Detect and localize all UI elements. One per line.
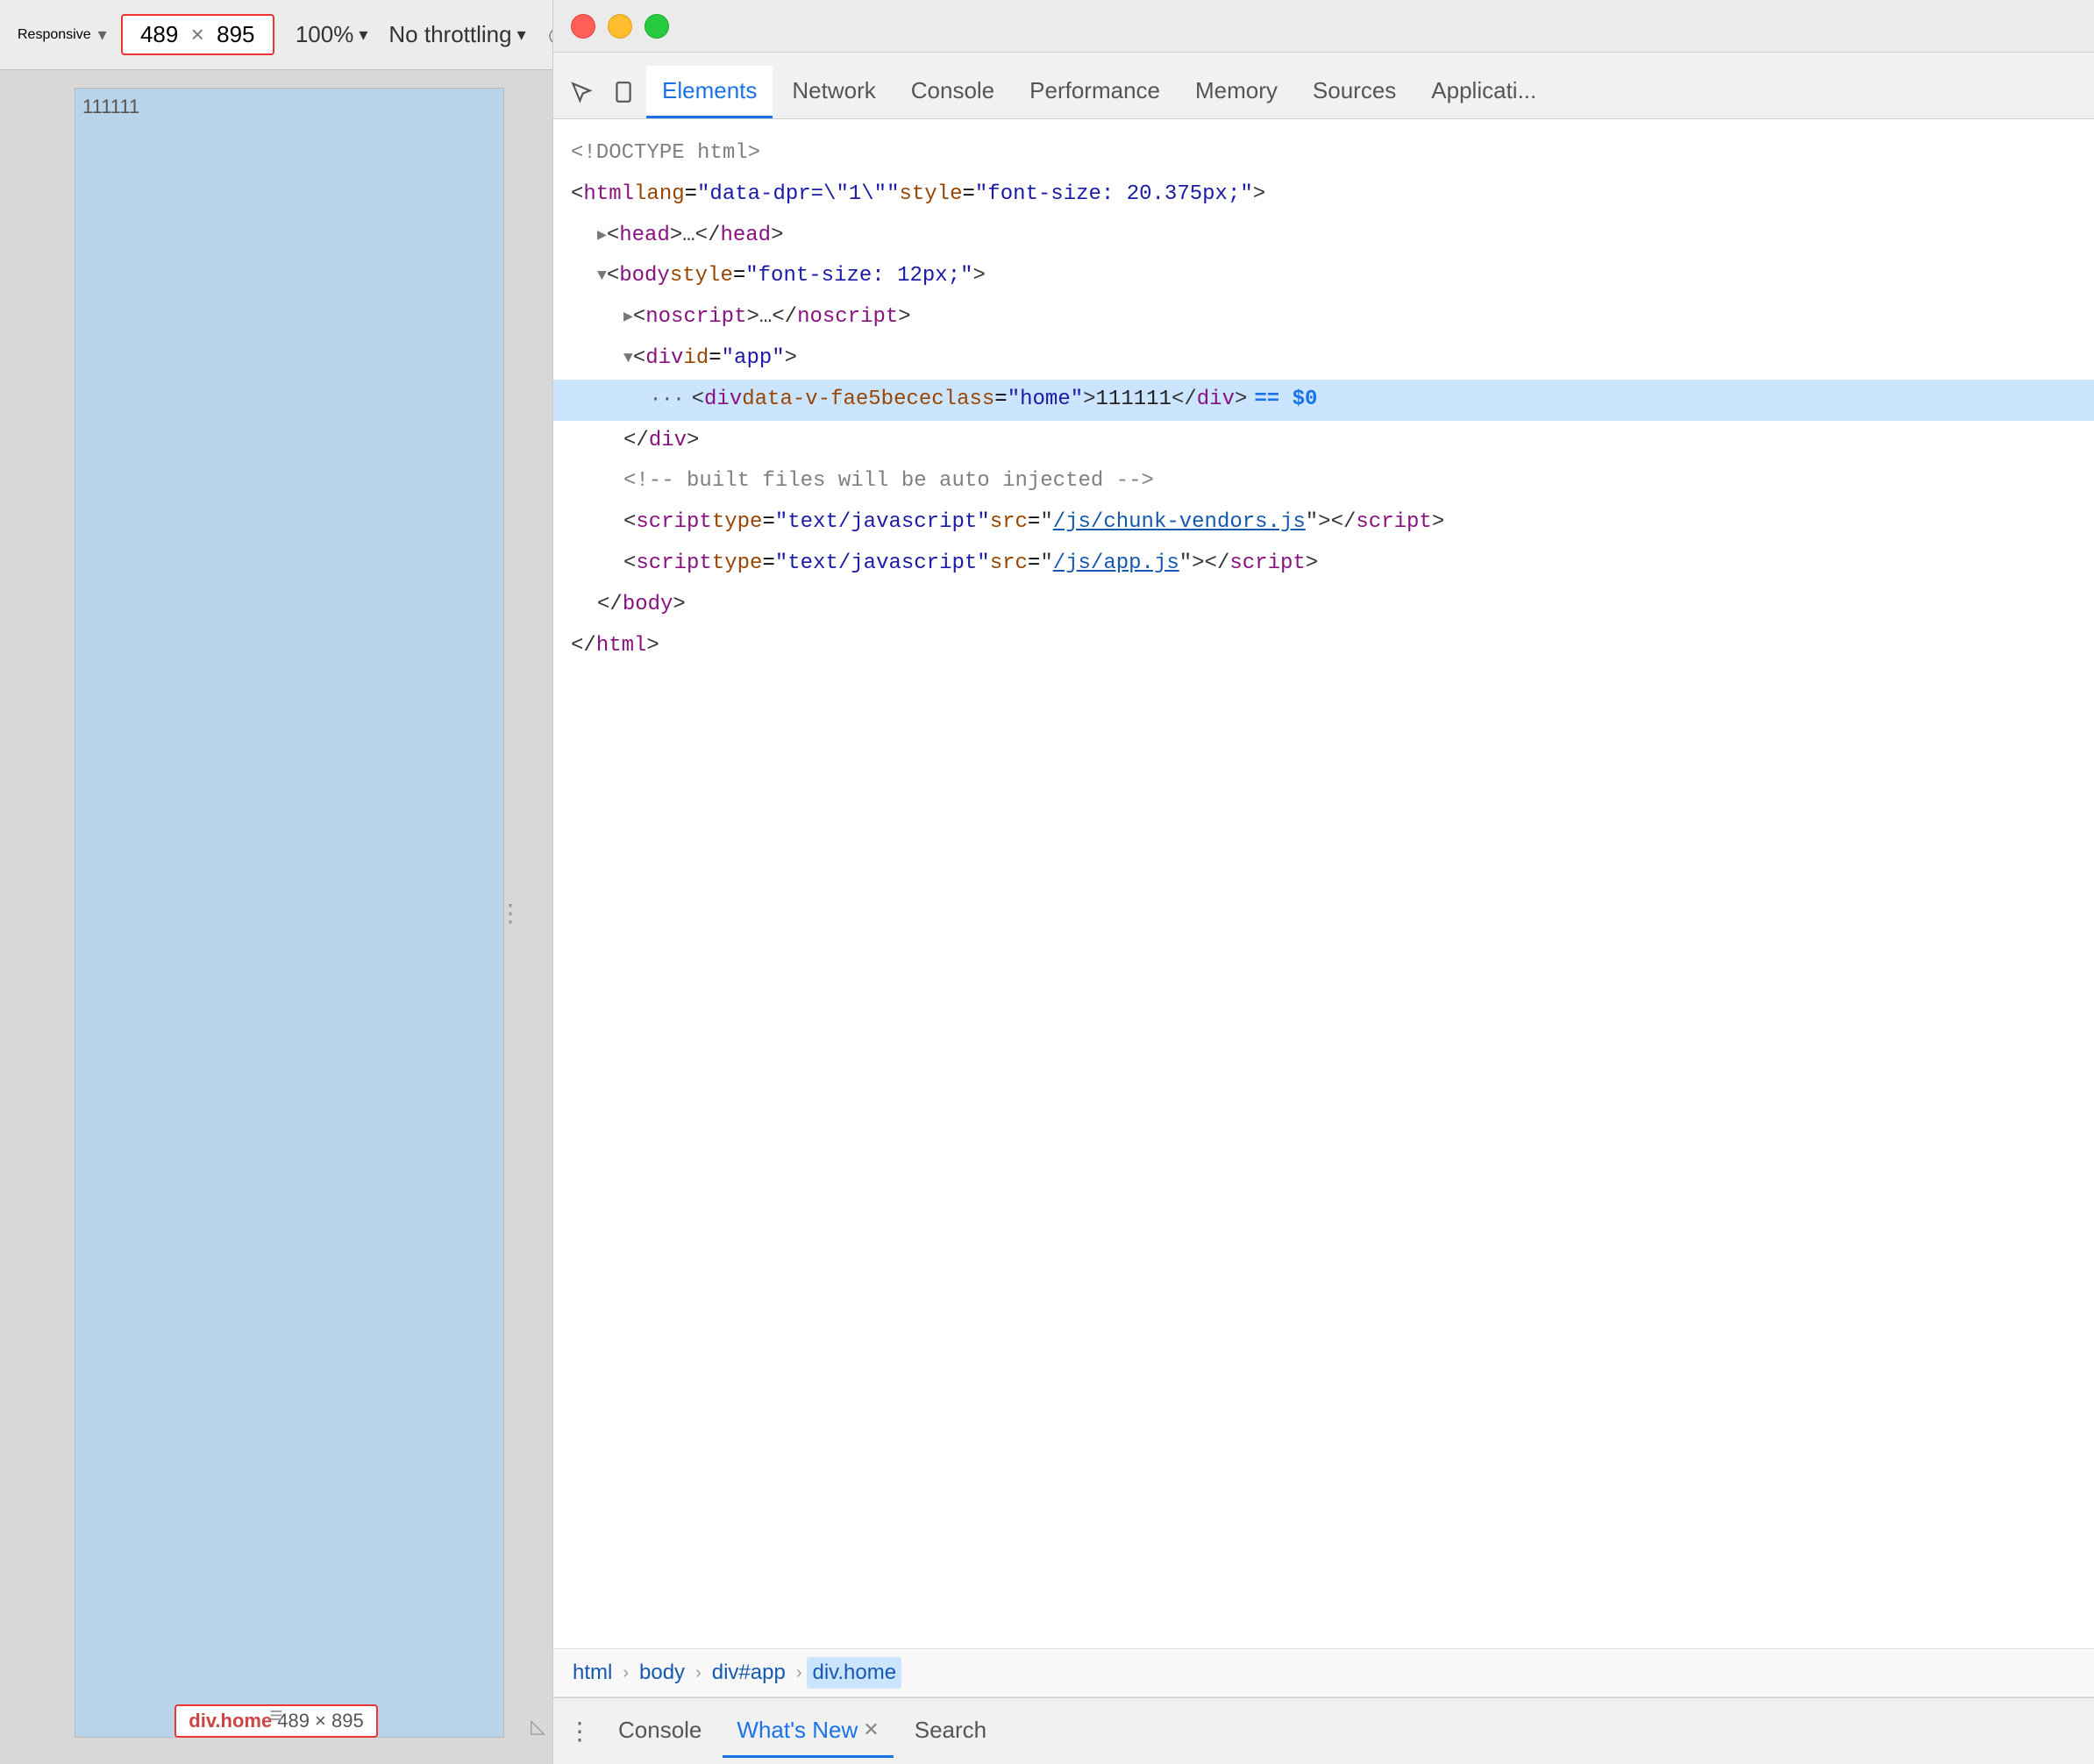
tab-network[interactable]: Network (776, 66, 891, 118)
inspect-element-button[interactable] (562, 73, 601, 111)
viewport-content: 111111 (82, 96, 139, 118)
breadcrumb-separator: › (623, 1663, 629, 1683)
html-line-body-open[interactable]: ▼ <body style="font-size: 12px;"> (553, 256, 2094, 297)
throttling-label: No throttling (388, 21, 511, 48)
html-line-div-app-open[interactable]: ▼ <div id="app"> (553, 338, 2094, 380)
window-chrome (553, 0, 2094, 53)
tab-console-main[interactable]: Console (895, 66, 1010, 118)
viewport-resize-corner-icon: ◺ (531, 1715, 545, 1738)
tab-performance[interactable]: Performance (1014, 66, 1176, 118)
dim-label-name: div.home (189, 1710, 272, 1732)
breadcrumb-bc-body[interactable]: body (634, 1657, 690, 1689)
width-input[interactable] (133, 21, 186, 48)
console-menu-icon[interactable]: ⋮ (562, 1711, 597, 1751)
viewport-frame: 111111 ⋮ (75, 88, 504, 1738)
device-toolbar-button[interactable] (604, 73, 643, 111)
breadcrumb-bc-div-app[interactable]: div#app (707, 1657, 791, 1689)
whats-new-close-button[interactable]: ✕ (863, 1718, 879, 1741)
dimension-separator: × (191, 21, 204, 48)
devtools-tab-bar: Elements Network Console Performance Mem… (553, 53, 2094, 119)
tab-application[interactable]: Applicati... (1415, 66, 1552, 118)
breadcrumb-bar: html›body›div#app›div.home (553, 1648, 2094, 1697)
dim-label-size: 489 × 895 (277, 1710, 363, 1732)
window-minimize-button[interactable] (608, 14, 632, 39)
responsive-dropdown-arrow: ▾ (98, 24, 107, 46)
html-line-script-app[interactable]: <script type="text/javascript" src="/js/… (553, 544, 2094, 585)
responsive-selector[interactable]: Responsive ▾ (18, 24, 107, 46)
responsive-label: Responsive (18, 27, 91, 43)
html-line-comment-auto-injected[interactable]: <!-- built files will be auto injected -… (553, 461, 2094, 502)
viewport-resize-handle[interactable]: ⋮ (503, 886, 514, 939)
height-input[interactable] (210, 21, 262, 48)
breadcrumb-separator: › (796, 1663, 802, 1683)
html-line-html-close[interactable]: </html> (553, 626, 2094, 667)
dimension-input-group[interactable]: × (121, 14, 274, 55)
html-line-html-open[interactable]: <html lang="data-dpr=\"1\"" style="font-… (553, 174, 2094, 216)
zoom-value: 100% (296, 21, 354, 48)
elements-content: <!DOCTYPE html><html lang="data-dpr=\"1\… (553, 119, 2094, 1648)
bottom-tab-whats-new[interactable]: What's New ✕ (723, 1705, 893, 1758)
tab-sources[interactable]: Sources (1297, 66, 1412, 118)
viewport-bottom-handle-icon: ≡ (269, 1702, 282, 1728)
html-line-div-app-close[interactable]: </div> (553, 421, 2094, 462)
tab-elements[interactable]: Elements (646, 66, 773, 118)
html-line-head-collapsed[interactable]: ▶ <head>…</head> (553, 216, 2094, 257)
window-close-button[interactable] (571, 14, 595, 39)
viewport-container: 111111 ⋮ div.home 489 × 895 ≡ ◺ (0, 70, 552, 1764)
window-maximize-button[interactable] (645, 14, 669, 39)
console-tab-bar: ⋮ Console What's New ✕ Search (553, 1697, 2094, 1764)
tab-memory[interactable]: Memory (1179, 66, 1293, 118)
breadcrumb-separator: › (695, 1663, 702, 1683)
devtools-panel: Elements Network Console Performance Mem… (552, 0, 2094, 1764)
bottom-tab-console[interactable]: Console (604, 1705, 716, 1758)
zoom-dropdown-arrow: ▾ (359, 24, 367, 46)
html-line-script-vendors[interactable]: <script type="text/javascript" src="/js/… (553, 502, 2094, 544)
html-line-body-close[interactable]: </body> (553, 585, 2094, 626)
zoom-selector[interactable]: 100% ▾ (296, 21, 368, 48)
throttling-selector[interactable]: No throttling ▾ (388, 21, 525, 48)
line-dot-indicator: ··· (650, 383, 685, 416)
resize-dots-icon: ⋮ (498, 899, 519, 928)
bottom-tab-search[interactable]: Search (901, 1705, 1001, 1758)
html-line-doctype[interactable]: <!DOCTYPE html> (553, 133, 2094, 174)
throttling-dropdown-arrow: ▾ (517, 24, 526, 46)
breadcrumb-bc-html[interactable]: html (567, 1657, 617, 1689)
html-line-noscript-collapsed[interactable]: ▶ <noscript>…</noscript> (553, 297, 2094, 338)
html-line-div-home-selected[interactable]: ···<div data-v-fae5bece class="home"> 11… (553, 380, 2094, 421)
breadcrumb-bc-div-home[interactable]: div.home (807, 1657, 901, 1689)
